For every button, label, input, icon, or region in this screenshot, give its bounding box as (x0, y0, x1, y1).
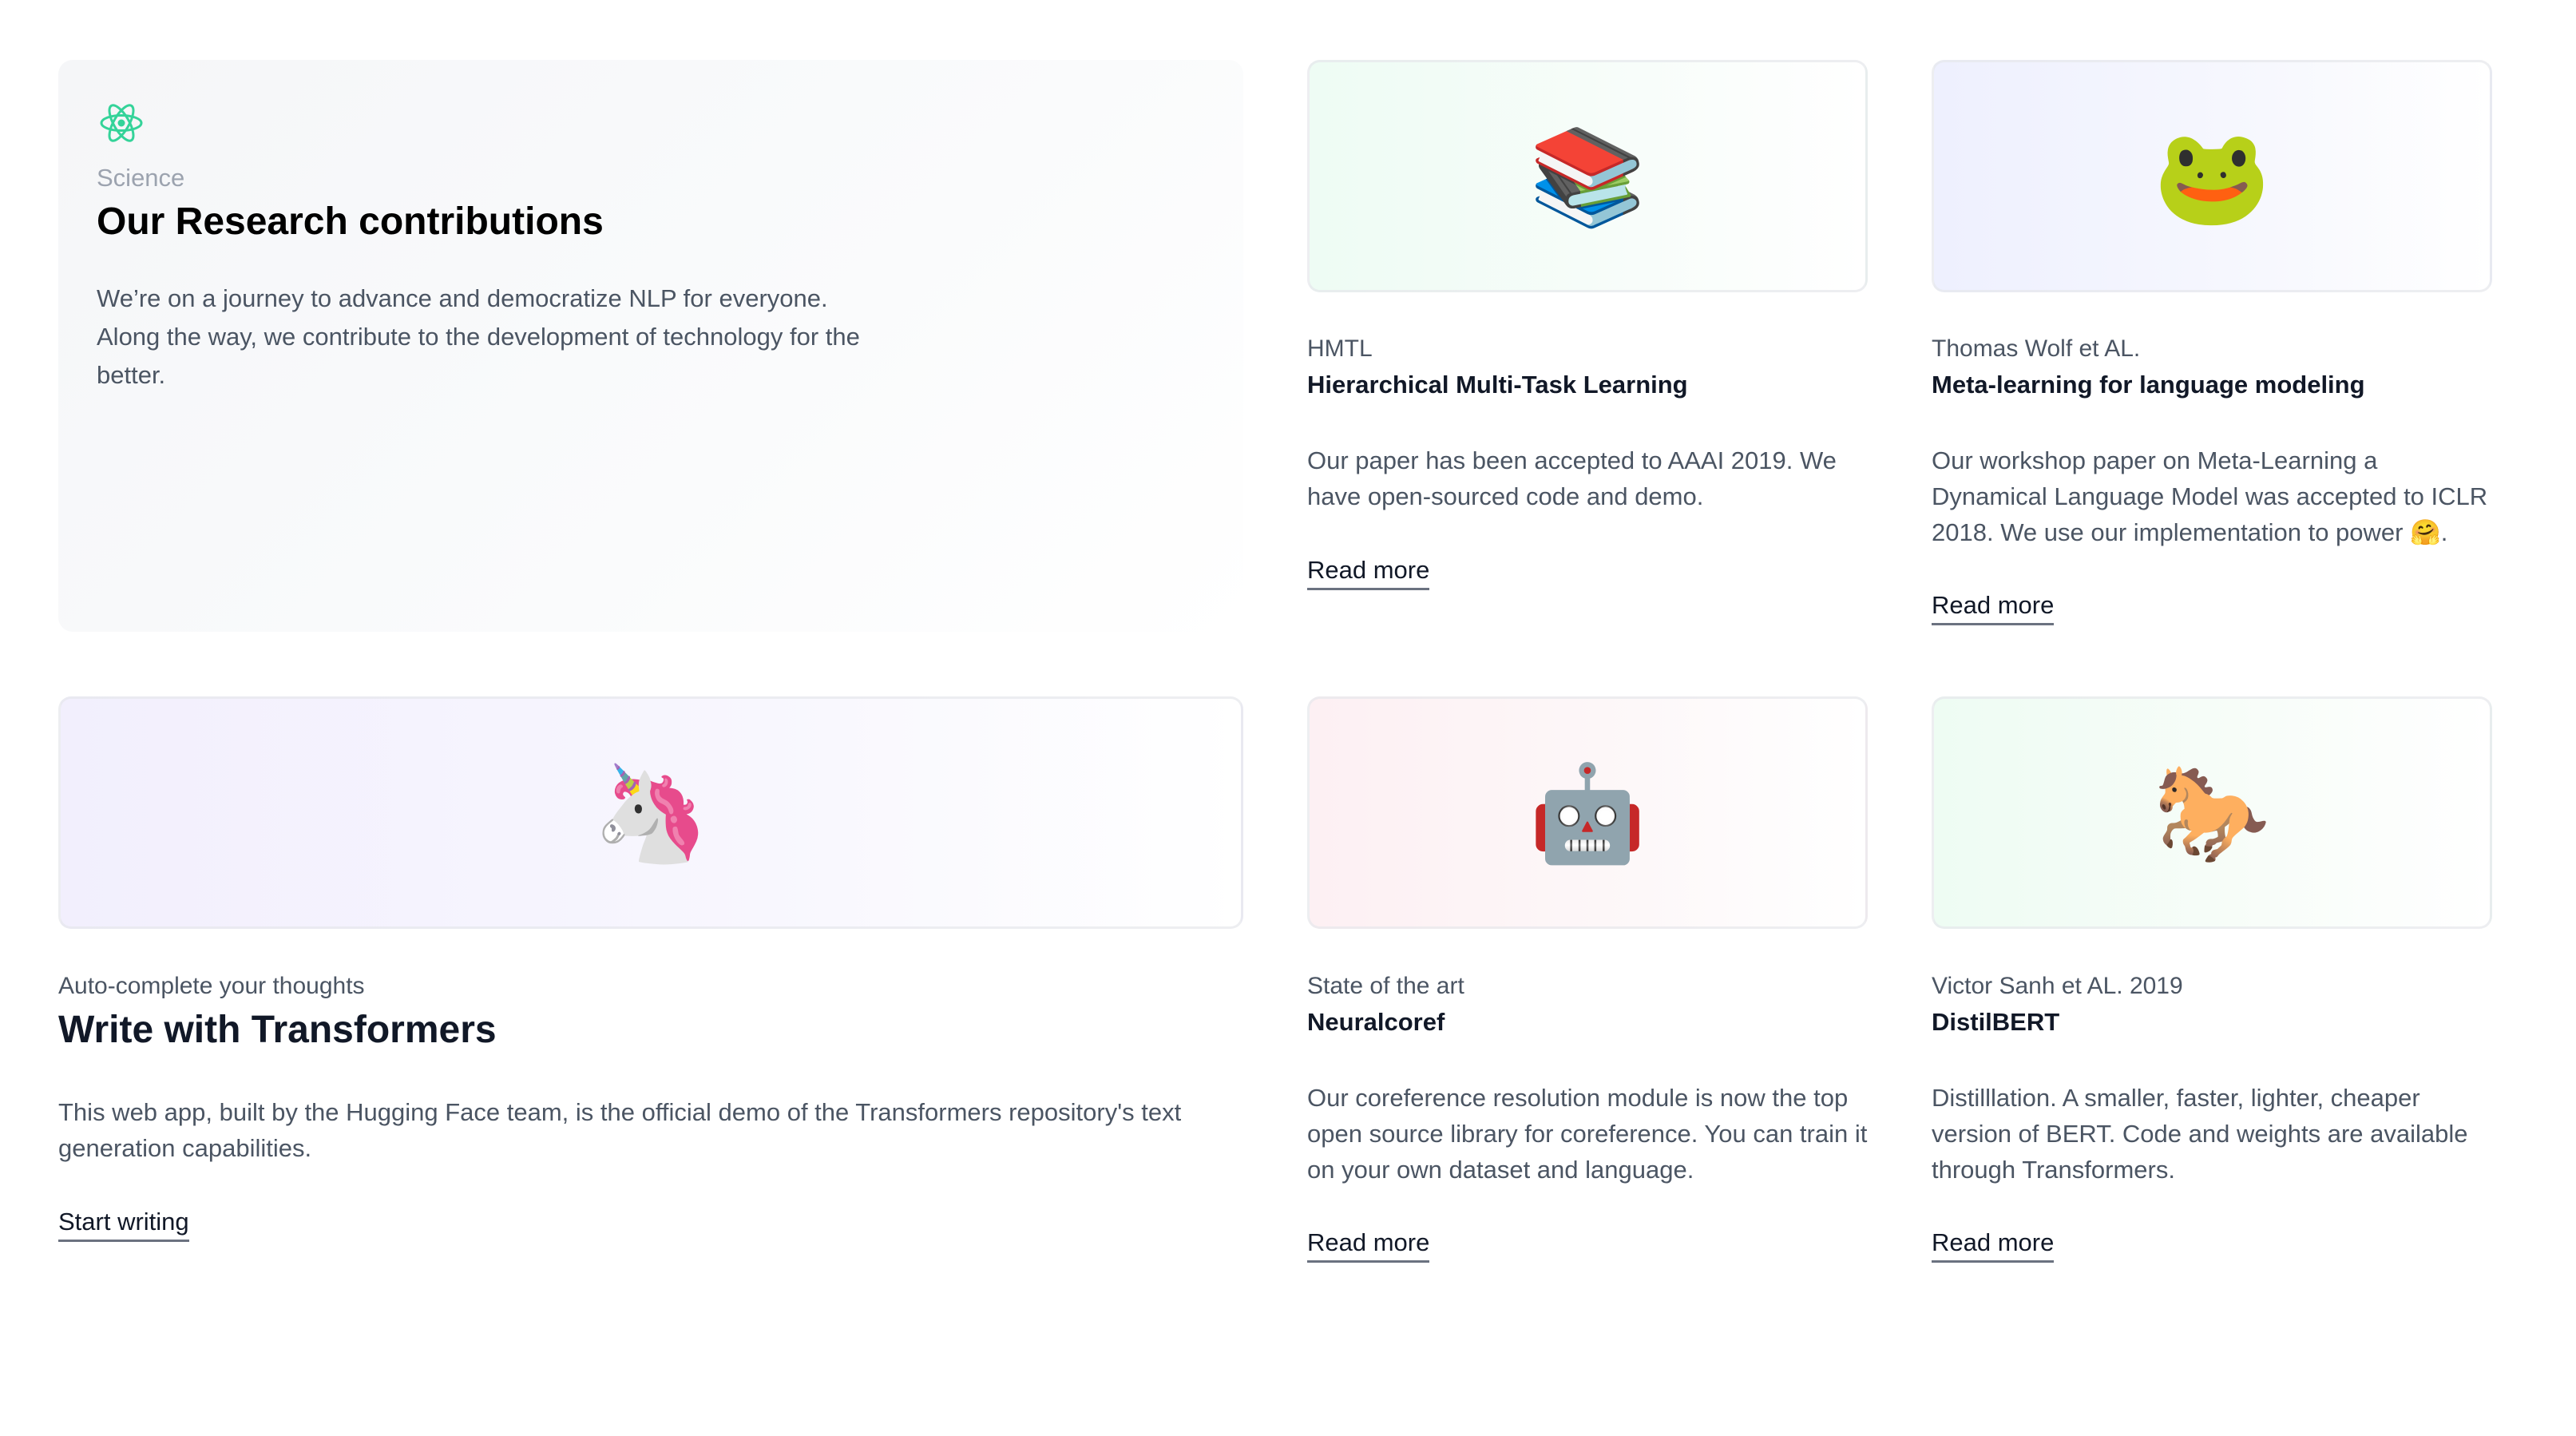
meta-learning-description: Our workshop paper on Meta-Learning a Dy… (1932, 446, 2488, 546)
frog-icon: 🐸 (2153, 121, 2271, 232)
meta-learning-title: Meta-learning for language modeling (1932, 371, 2365, 399)
intro-eyebrow: Science (97, 164, 185, 192)
atom-icon (100, 104, 143, 142)
meta-learning-eyebrow: Thomas Wolf et AL. (1932, 335, 2141, 362)
hmtl-eyebrow: HMTL (1307, 335, 1373, 362)
meta-learning-thumbnail[interactable]: 🐸 (1932, 60, 2492, 292)
start-writing-link[interactable]: Start writing (58, 1208, 189, 1242)
meta-learning-read-more-link[interactable]: Read more (1932, 591, 2055, 625)
neuralcoref-thumbnail[interactable]: 🤖 (1307, 696, 1868, 929)
neuralcoref-title: Neuralcoref (1307, 1008, 1445, 1036)
hmtl-description: Our paper has been accepted to AAAI 2019… (1307, 446, 1837, 510)
transformers-eyebrow: Auto-complete your thoughts (58, 973, 365, 999)
transformers-description: This web app, built by the Hugging Face … (58, 1098, 1182, 1162)
hmtl-thumbnail[interactable]: 📚 (1307, 60, 1868, 292)
distilbert-eyebrow: Victor Sanh et AL. 2019 (1932, 973, 2183, 999)
distilbert-read-more-link[interactable]: Read more (1932, 1228, 2055, 1263)
neuralcoref-description: Our coreference resolution module is now… (1307, 1084, 1868, 1184)
hmtl-title: Hierarchical Multi-Task Learning (1307, 371, 1688, 399)
page-title: Our Research contributions (97, 200, 604, 243)
intro-description: We’re on a journey to advance and democr… (97, 284, 860, 389)
transformers-thumbnail[interactable]: 🦄 (58, 696, 1243, 929)
hmtl-read-more-link[interactable]: Read more (1307, 556, 1430, 590)
unicorn-icon: 🦄 (592, 757, 710, 868)
robot-icon: 🤖 (1528, 757, 1647, 868)
distilbert-title: DistilBERT (1932, 1008, 2060, 1036)
books-icon: 📚 (1528, 121, 1647, 232)
transformers-title: Write with Transformers (58, 1009, 497, 1051)
neuralcoref-read-more-link[interactable]: Read more (1307, 1228, 1430, 1263)
distilbert-thumbnail[interactable]: 🐎 (1932, 696, 2492, 929)
horse-icon: 🐎 (2153, 757, 2271, 868)
neuralcoref-eyebrow: State of the art (1307, 973, 1464, 999)
distilbert-description: Distilllation. A smaller, faster, lighte… (1932, 1084, 2468, 1184)
